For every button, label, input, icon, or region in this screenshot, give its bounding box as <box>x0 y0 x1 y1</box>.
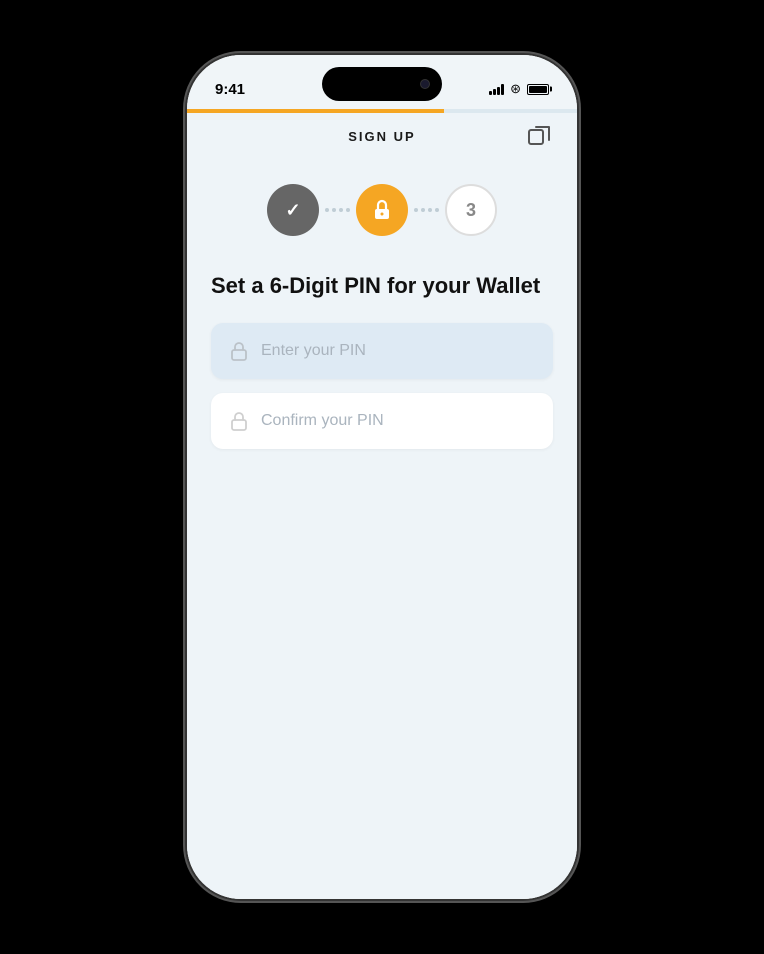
status-time: 9:41 <box>215 81 245 98</box>
enter-pin-lock-icon <box>229 341 249 361</box>
phone-frame: 9:41 ⊛ <box>187 55 577 899</box>
steps-container: ✓ <box>187 160 577 264</box>
enter-pin-placeholder: Enter your PIN <box>261 342 366 360</box>
status-icons: ⊛ <box>489 81 549 97</box>
step-2-circle <box>356 184 408 236</box>
section-title: Set a 6-Digit PIN for your Wallet <box>211 272 553 301</box>
camera-dot <box>420 79 430 89</box>
screen: 9:41 ⊛ <box>187 55 577 899</box>
step-1-circle: ✓ <box>267 184 319 236</box>
step-1-check-icon: ✓ <box>285 200 300 221</box>
page-title: SIGN UP <box>348 129 415 144</box>
battery-icon <box>527 84 549 95</box>
confirm-pin-field[interactable]: Confirm your PIN <box>211 393 553 449</box>
dynamic-island <box>322 67 442 101</box>
lock-icon <box>370 198 394 222</box>
step-connector-2 <box>414 208 439 212</box>
step-connector-1 <box>325 208 350 212</box>
step-3-circle: 3 <box>445 184 497 236</box>
confirm-pin-lock-icon <box>229 411 249 431</box>
expand-icon <box>528 126 550 148</box>
wifi-icon: ⊛ <box>510 81 521 97</box>
expand-button[interactable] <box>525 123 553 151</box>
status-bar: 9:41 ⊛ <box>187 55 577 109</box>
confirm-pin-placeholder: Confirm your PIN <box>261 412 384 430</box>
header: SIGN UP <box>187 113 577 160</box>
screen-inner: SIGN UP ✓ <box>187 109 577 899</box>
enter-pin-field[interactable]: Enter your PIN <box>211 323 553 379</box>
step-3-label: 3 <box>466 200 476 221</box>
main-content: Set a 6-Digit PIN for your Wallet Enter … <box>187 264 577 899</box>
signal-bars-icon <box>489 83 504 95</box>
